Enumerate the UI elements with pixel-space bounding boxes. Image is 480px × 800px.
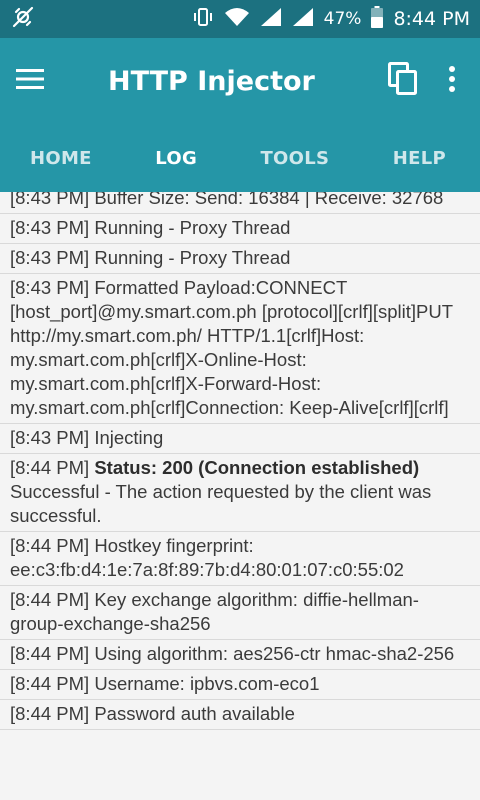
log-entry: [8:43 PM] Running - Proxy Thread [0,244,480,274]
overflow-menu-button[interactable] [448,65,456,97]
log-time: [8:43 PM] [10,192,90,208]
log-entry: [8:44 PM] Status: 200 (Connection establ… [0,454,480,532]
log-time: [8:43 PM] [10,217,90,238]
log-time: [8:44 PM] [10,643,90,664]
log-entry: [8:44 PM] Using algorithm: aes256-ctr hm… [0,640,480,670]
log-entry: [8:43 PM] Formatted Payload:CONNECT [hos… [0,274,480,424]
log-entry: [8:44 PM] Username: ipbvs.com-eco1 [0,670,480,700]
battery-percent: 47% [323,9,362,29]
log-entry: [8:43 PM] Running - Proxy Thread [0,214,480,244]
tab-help[interactable]: HELP [393,148,446,169]
log-text: Formatted Payload:CONNECT [host_port]@my… [10,277,453,418]
app-actions [388,62,464,100]
menu-button[interactable] [16,68,72,94]
log-text: Running - Proxy Thread [94,247,291,268]
log-text: Running - Proxy Thread [94,217,291,238]
injector-notification-icon [10,4,36,34]
log-text: Injecting [94,427,164,448]
log-time: [8:44 PM] [10,457,90,478]
app-bar: HTTP Injector [0,38,480,124]
log-list[interactable]: [8:43 PM] Buffer Size: Send: 16384 | Rec… [0,192,480,800]
tab-bar: HOME LOG TOOLS HELP [0,124,480,192]
log-time: [8:43 PM] [10,277,90,298]
log-time: [8:43 PM] [10,427,90,448]
status-time: 8:44 PM [393,8,470,30]
copy-icon [388,62,417,95]
log-time: [8:44 PM] [10,535,90,556]
log-time: [8:44 PM] [10,703,90,724]
tab-log[interactable]: LOG [155,148,197,169]
signal-icon [260,7,282,32]
status-left [10,4,36,34]
wifi-icon [224,7,250,32]
log-text: Using algorithm: aes256-ctr hmac-sha2-25… [94,643,455,664]
log-entry: [8:43 PM] Injecting [0,424,480,454]
log-entry: [8:44 PM] Password auth available [0,700,480,730]
log-entry: [8:44 PM] Key exchange algorithm: diffie… [0,586,480,640]
tab-tools[interactable]: TOOLS [260,148,329,169]
log-text: Successful - The action requested by the… [10,481,432,526]
menu-icon [16,68,44,94]
copy-button[interactable] [388,62,418,100]
more-vert-icon [449,66,455,92]
signal-icon-2 [292,7,314,32]
log-entry: [8:44 PM] Hostkey fingerprint: ee:c3:fb:… [0,532,480,586]
app-title: HTTP Injector [108,65,315,97]
log-time: [8:44 PM] [10,673,90,694]
tab-home[interactable]: HOME [30,148,92,169]
status-right: 47% 8:44 PM [192,5,470,33]
status-bar: 47% 8:44 PM [0,0,480,38]
vibrate-icon [192,6,214,33]
log-time: [8:44 PM] [10,589,90,610]
log-text: Username: ipbvs.com-eco1 [94,673,320,694]
log-entry: [8:43 PM] Buffer Size: Send: 16384 | Rec… [0,192,480,214]
log-text: Buffer Size: Send: 16384 | Receive: 3276… [94,192,444,208]
log-text: Password auth available [94,703,295,724]
log-time: [8:43 PM] [10,247,90,268]
log-status: Status: 200 (Connection established) [94,457,420,478]
battery-icon [371,5,384,33]
